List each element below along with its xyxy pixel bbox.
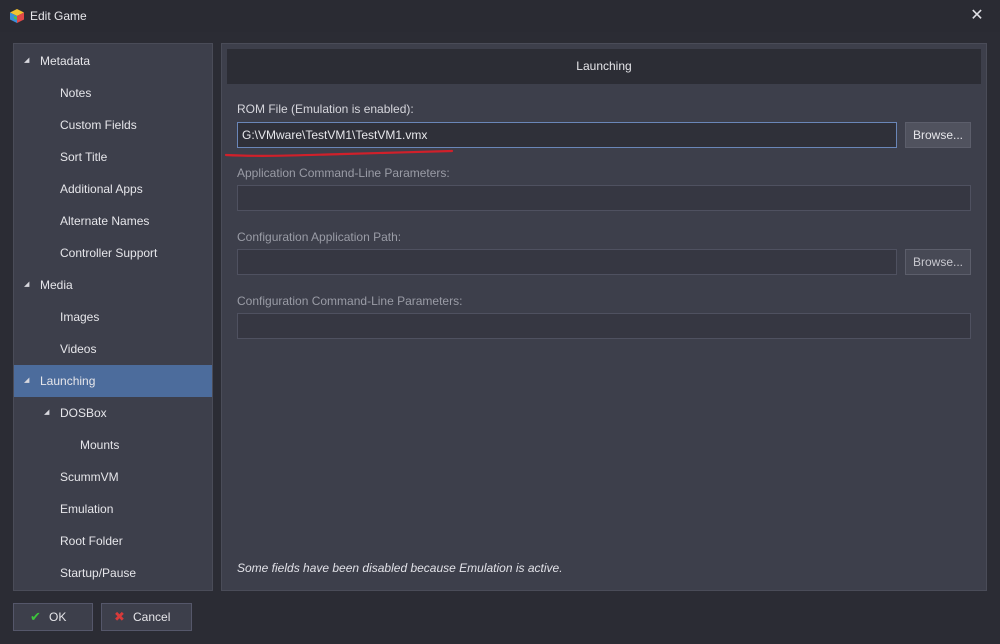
sidebar-item-emulation[interactable]: Emulation bbox=[14, 493, 212, 525]
sidebar-item-controller-support[interactable]: Controller Support bbox=[14, 237, 212, 269]
window-title: Edit Game bbox=[30, 9, 87, 23]
cancel-button[interactable]: ✖ Cancel bbox=[101, 603, 192, 631]
edit-game-dialog: Edit Game ✕ ◢ Metadata Notes Custom Fields S… bbox=[0, 0, 1000, 644]
sidebar-item-videos[interactable]: Videos bbox=[14, 333, 212, 365]
sidebar-item-label: Notes bbox=[60, 86, 92, 100]
red-underline-annotation bbox=[224, 149, 454, 157]
panel-header: Launching bbox=[227, 49, 981, 84]
sidebar-item-alternate-names[interactable]: Alternate Names bbox=[14, 205, 212, 237]
sidebar-item-images[interactable]: Images bbox=[14, 301, 212, 333]
sidebar-item-label: Media bbox=[40, 278, 73, 292]
sidebar-item-notes[interactable]: Notes bbox=[14, 77, 212, 109]
app-params-label: Application Command-Line Parameters: bbox=[237, 166, 450, 180]
rom-file-input[interactable] bbox=[237, 122, 897, 148]
config-params-input[interactable] bbox=[237, 313, 971, 339]
sidebar-item-label: Alternate Names bbox=[60, 214, 150, 228]
sidebar-item-label: Images bbox=[60, 310, 100, 324]
sidebar-item-label: Videos bbox=[60, 342, 97, 356]
expand-arrow-icon[interactable]: ◢ bbox=[44, 397, 49, 429]
config-path-label: Configuration Application Path: bbox=[237, 230, 402, 244]
config-path-browse-button[interactable]: Browse... bbox=[905, 249, 971, 275]
sidebar-item-dosbox[interactable]: ◢ DOSBox bbox=[14, 397, 212, 429]
sidebar-item-label: Root Folder bbox=[60, 534, 123, 548]
sidebar-item-label: Custom Fields bbox=[60, 118, 137, 132]
sidebar-item-label: Additional Apps bbox=[60, 182, 143, 196]
app-params-input[interactable] bbox=[237, 185, 971, 211]
expand-arrow-icon[interactable]: ◢ bbox=[24, 365, 29, 397]
sidebar-item-scummvm[interactable]: ScummVM bbox=[14, 461, 212, 493]
rom-file-browse-button[interactable]: Browse... bbox=[905, 122, 971, 148]
sidebar-item-label: Startup/Pause bbox=[60, 566, 137, 580]
expand-arrow-icon[interactable]: ◢ bbox=[24, 45, 29, 77]
check-icon: ✔ bbox=[30, 609, 41, 624]
launching-panel: Launching ROM File (Emulation is enabled… bbox=[221, 43, 987, 591]
sidebar-item-custom-fields[interactable]: Custom Fields bbox=[14, 109, 212, 141]
sidebar-item-metadata[interactable]: ◢ Metadata bbox=[14, 45, 212, 77]
title-bar: Edit Game ✕ bbox=[0, 0, 1000, 32]
sidebar-item-root-folder[interactable]: Root Folder bbox=[14, 525, 212, 557]
launchbox-cube-icon bbox=[10, 9, 24, 23]
sidebar-item-launching[interactable]: ◢ Launching bbox=[14, 365, 212, 397]
disabled-fields-note: Some fields have been disabled because E… bbox=[237, 561, 563, 575]
ok-button[interactable]: ✔ OK bbox=[13, 603, 93, 631]
sidebar-item-sort-title[interactable]: Sort Title bbox=[14, 141, 212, 173]
sidebar-item-label: DOSBox bbox=[60, 406, 107, 420]
sidebar-item-additional-apps[interactable]: Additional Apps bbox=[14, 173, 212, 205]
sidebar-item-label: Mounts bbox=[80, 438, 120, 452]
sidebar-item-label: Emulation bbox=[60, 502, 114, 516]
ok-button-label: OK bbox=[49, 610, 67, 624]
close-icon[interactable]: ✕ bbox=[968, 7, 986, 25]
sidebar-item-media[interactable]: ◢ Media bbox=[14, 269, 212, 301]
sidebar-item-label: Sort Title bbox=[60, 150, 108, 164]
cancel-icon: ✖ bbox=[114, 609, 125, 624]
expand-arrow-icon[interactable]: ◢ bbox=[24, 269, 29, 301]
rom-file-label: ROM File (Emulation is enabled): bbox=[237, 102, 414, 116]
sidebar-item-label: Metadata bbox=[40, 54, 91, 68]
config-path-input[interactable] bbox=[237, 249, 897, 275]
sidebar-item-label: ScummVM bbox=[60, 470, 119, 484]
cancel-button-label: Cancel bbox=[133, 610, 171, 624]
navigation-tree: ◢ Metadata Notes Custom Fields Sort Title Add… bbox=[13, 43, 213, 591]
sidebar-item-startup-pause[interactable]: Startup/Pause bbox=[14, 557, 212, 589]
config-params-label: Configuration Command-Line Parameters: bbox=[237, 294, 463, 308]
sidebar-item-label: Launching bbox=[40, 374, 96, 388]
sidebar-item-label: Controller Support bbox=[60, 246, 158, 260]
sidebar-item-mounts[interactable]: Mounts bbox=[14, 429, 212, 461]
